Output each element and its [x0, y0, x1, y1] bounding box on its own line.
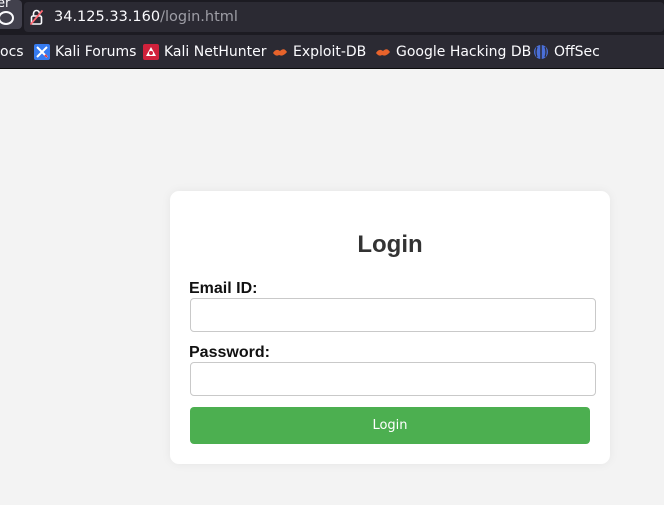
password-label: Password: [189, 344, 270, 361]
bookmark-label: Kali Forums [55, 44, 137, 60]
login-title: Login [357, 231, 423, 258]
kali-nethunter-icon [143, 44, 159, 60]
bookmark-label: OffSec [554, 44, 600, 60]
bookmark-label: Google Hacking DB [396, 44, 532, 60]
offsec-icon [534, 45, 548, 59]
previous-tab-button[interactable]: er [0, 0, 22, 29]
email-field[interactable] [190, 298, 596, 332]
email-label: Email ID: [189, 280, 258, 297]
address-bar[interactable]: 34.125.33.160/login.html [24, 2, 664, 32]
login-card: Login Email ID: Password: Login [170, 191, 610, 464]
bookmark-label: ocs [0, 44, 24, 60]
login-button[interactable]: Login [190, 407, 590, 444]
exploit-db-icon [273, 49, 287, 56]
bookmark-google-hacking-db[interactable]: Google Hacking DB [375, 43, 531, 61]
ghdb-icon [376, 49, 390, 56]
kali-forums-icon [34, 44, 50, 60]
insecure-lock-icon[interactable] [29, 9, 44, 26]
url-path: /login.html [160, 9, 238, 25]
page-content: Login Email ID: Password: Login [0, 70, 664, 505]
bookmark-exploit-db[interactable]: Exploit-DB [272, 43, 366, 61]
bookmark-label: Exploit-DB [293, 44, 367, 60]
bookmarks-toolbar: ocs Kali Forums Kali NetHunter Exploit-D… [0, 35, 664, 69]
browser-toolbar: er 34.125.33.160/login.html [0, 0, 664, 35]
bookmark-kali-forums[interactable]: Kali Forums [34, 43, 136, 61]
ring-icon [0, 11, 14, 25]
url-text: 34.125.33.160/login.html [54, 8, 238, 26]
url-host: 34.125.33.160 [54, 9, 161, 25]
bookmark-label: Kali NetHunter [164, 44, 267, 60]
bookmark-kali-nethunter[interactable]: Kali NetHunter [143, 43, 266, 61]
password-field[interactable] [190, 362, 596, 396]
bookmark-offsec[interactable]: OffSec [533, 43, 600, 61]
bookmark-docs[interactable]: ocs [0, 43, 24, 61]
